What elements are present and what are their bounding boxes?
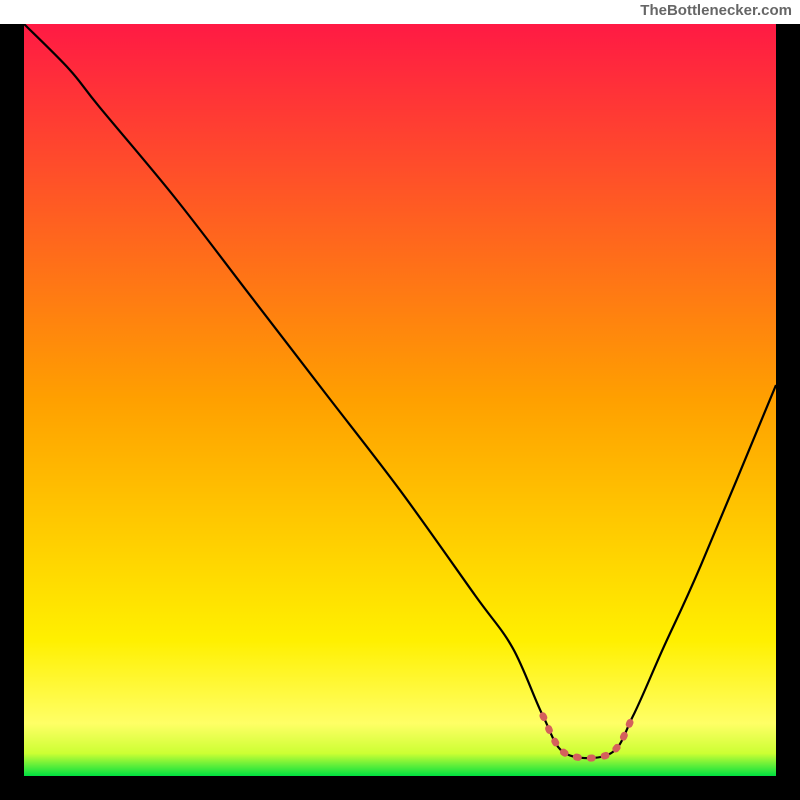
chart-area (24, 24, 776, 776)
gradient-background (24, 24, 776, 776)
source-text: TheBottlenecker.com (640, 2, 792, 19)
chart-svg (24, 24, 776, 776)
source-label: TheBottlenecker.com (0, 0, 800, 24)
